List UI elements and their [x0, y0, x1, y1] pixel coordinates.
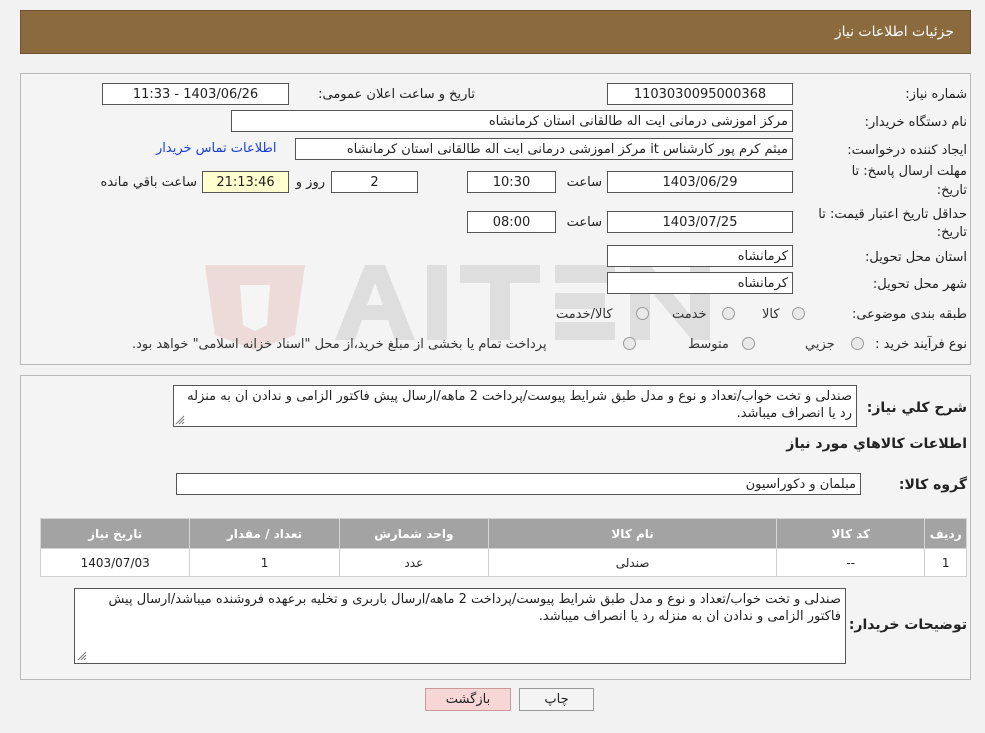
delivery-province-field: کرمانشاه [607, 245, 793, 267]
treasury-payment-radio[interactable] [623, 337, 636, 350]
buyer-org-field: مرکز اموزشی درمانی ایت اله طالقانی استان… [231, 110, 793, 132]
price-validity-label-date: تاریخ: [936, 225, 967, 240]
announce-datetime-field: 1403/06/26 - 11:33 [102, 83, 289, 105]
goods-group-field: مبلمان و دکوراسیون [176, 473, 861, 495]
cell-need-date: 1403/07/03 [39, 548, 191, 577]
category-service-radio[interactable] [722, 307, 735, 320]
col-row-number: رديف [924, 518, 967, 549]
category-goods-service-option: کالا/خدمت [556, 307, 613, 322]
remaining-time-field: 21:13:46 [202, 171, 289, 193]
process-medium-radio[interactable] [742, 337, 755, 350]
cell-goods-name: صندلی [487, 548, 778, 577]
requester-field: میثم کرم پور کارشناس it مرکز اموزشی درما… [295, 138, 793, 160]
goods-info-title: اطلاعات کالاهاي مورد نياز [786, 436, 967, 452]
table-header-row: رديف کد کالا نام کالا واحد شمارش تعداد /… [39, 518, 967, 549]
category-goods-radio[interactable] [792, 307, 805, 320]
back-button[interactable]: بازگشت [425, 688, 511, 711]
delivery-province-label: استان محل تحویل: [865, 250, 967, 265]
announce-datetime-label: تاریخ و ساعت اعلان عمومی: [318, 87, 475, 102]
goods-group-label: گروه کالا: [898, 477, 967, 493]
page-header: جزئیات اطلاعات نیاز [20, 10, 971, 54]
cell-goods-code: -- [776, 548, 926, 577]
deadline-time-field: 10:30 [467, 171, 556, 193]
treasury-payment-note: پرداخت تمام یا بخشی از مبلغ خرید،از محل … [132, 337, 547, 352]
cell-unit: عدد [338, 548, 489, 577]
buyer-notes-label: توضیحات خریدار: [848, 617, 967, 633]
summary-textarea: صندلی و تخت خواب/تعداد و نوع و مدل طبق ش… [173, 385, 857, 427]
print-button[interactable]: چاپ [519, 688, 594, 711]
col-goods-code: کد کالا [776, 518, 926, 549]
cell-row-number: 1 [924, 548, 967, 577]
col-quantity: تعداد / مقدار [189, 518, 340, 549]
remaining-days-field: 2 [331, 171, 418, 193]
days-label: روز و [295, 175, 325, 190]
deadline-date-field: 1403/06/29 [607, 171, 793, 193]
goods-table: رديف کد کالا نام کالا واحد شمارش تعداد /… [39, 518, 967, 577]
category-goods-service-radio[interactable] [636, 307, 649, 320]
category-service-option: خدمت [672, 307, 707, 322]
deadline-label: مهلت ارسال پاسخ: تا [851, 164, 967, 179]
resize-grip-icon[interactable] [77, 651, 87, 661]
category-label: طبقه بندی موضوعی: [851, 307, 967, 322]
summary-label: شرح کلي نياز: [866, 400, 967, 416]
process-medium-option: متوسط [688, 337, 729, 352]
buyer-contact-link[interactable]: اطلاعات تماس خریدار [156, 141, 276, 156]
page-title: جزئیات اطلاعات نیاز [834, 24, 954, 40]
remaining-time-label: ساعت باقي مانده [100, 175, 197, 190]
price-validity-time-field: 08:00 [467, 211, 556, 233]
need-number-label: شماره نیاز: [905, 87, 967, 102]
delivery-city-label: شهر محل تحویل: [872, 277, 967, 292]
deadline-time-label: ساعت [566, 175, 602, 190]
process-minor-radio[interactable] [851, 337, 864, 350]
price-validity-label: حداقل تاریخ اعتبار قیمت: تا [818, 207, 967, 222]
price-validity-date-field: 1403/07/25 [607, 211, 793, 233]
process-type-label: نوع فرآیند خرید : [875, 337, 967, 352]
col-need-date: تاریخ نیاز [39, 518, 191, 549]
buyer-org-label: نام دستگاه خریدار: [864, 115, 967, 130]
buyer-notes-text: صندلی و تخت خواب/تعداد و نوع و مدل طبق ش… [108, 592, 841, 624]
deadline-label-date: تاریخ: [936, 183, 967, 198]
category-goods-option: کالا [762, 307, 780, 322]
col-goods-name: نام کالا [487, 518, 778, 549]
cell-quantity: 1 [189, 548, 340, 577]
resize-grip-icon[interactable] [175, 415, 185, 425]
summary-text: صندلی و تخت خواب/تعداد و نوع و مدل طبق ش… [187, 389, 852, 421]
need-number-field: 1103030095000368 [607, 83, 793, 105]
requester-label: ایجاد کننده درخواست: [847, 143, 967, 158]
process-minor-option: جزیي [805, 337, 835, 352]
buyer-notes-textarea: صندلی و تخت خواب/تعداد و نوع و مدل طبق ش… [74, 588, 846, 664]
price-validity-time-label: ساعت [566, 215, 602, 230]
delivery-city-field: کرمانشاه [607, 272, 793, 294]
table-row: 1 -- صندلی عدد 1 1403/07/03 [39, 548, 967, 577]
col-unit: واحد شمارش [338, 518, 489, 549]
